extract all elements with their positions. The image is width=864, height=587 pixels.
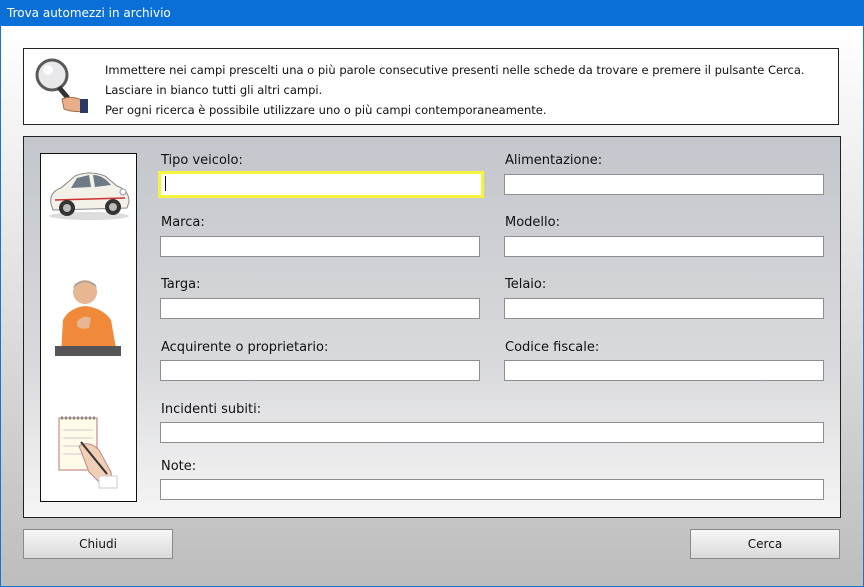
car-image bbox=[49, 172, 130, 220]
acquirente-input[interactable] bbox=[160, 360, 480, 381]
acquirente-label: Acquirente o proprietario: bbox=[161, 340, 329, 355]
window-client-area: Immettere nei campi prescelti una o più … bbox=[1, 26, 863, 586]
magnifier-hand-icon bbox=[35, 58, 88, 113]
note-input[interactable] bbox=[160, 479, 824, 500]
illustration-strip bbox=[40, 153, 137, 502]
telaio-label: Telaio: bbox=[505, 277, 547, 292]
instructions-text: Immettere nei campi prescelti una o più … bbox=[105, 60, 805, 120]
note-label: Note: bbox=[161, 459, 197, 474]
incidenti-input[interactable] bbox=[160, 422, 824, 443]
search-button[interactable]: Cerca bbox=[690, 529, 840, 559]
instructions-line-1: Immettere nei campi prescelti una o più … bbox=[105, 63, 805, 77]
tipo-veicolo-label: Tipo veicolo: bbox=[161, 153, 243, 168]
close-button[interactable]: Chiudi bbox=[23, 529, 173, 559]
instructions-line-3: Per ogni ricerca è possibile utilizzare … bbox=[105, 103, 547, 117]
codice-fiscale-label: Codice fiscale: bbox=[505, 340, 600, 355]
search-form-panel: Tipo veicolo: Marca: Targa: Acquirente o… bbox=[23, 136, 841, 518]
targa-label: Targa: bbox=[161, 277, 201, 292]
alimentazione-input[interactable] bbox=[504, 174, 824, 195]
tipo-veicolo-input[interactable] bbox=[158, 171, 484, 198]
incidenti-label: Incidenti subiti: bbox=[161, 402, 262, 417]
modello-input[interactable] bbox=[504, 236, 824, 257]
targa-input[interactable] bbox=[160, 298, 480, 319]
marca-label: Marca: bbox=[161, 215, 205, 230]
instructions-line-2: Lasciare in bianco tutti gli altri campi… bbox=[105, 83, 323, 97]
telaio-input[interactable] bbox=[504, 298, 824, 319]
notepad-writing-image bbox=[58, 416, 118, 489]
window-titlebar: Trova automezzi in archivio bbox=[0, 0, 864, 26]
window-title: Trova automezzi in archivio bbox=[7, 6, 171, 20]
instructions-panel: Immettere nei campi prescelti una o più … bbox=[23, 48, 839, 125]
codice-fiscale-input[interactable] bbox=[504, 360, 824, 381]
text-caret bbox=[165, 176, 166, 191]
alimentazione-label: Alimentazione: bbox=[505, 153, 603, 168]
person-image bbox=[55, 280, 121, 356]
marca-input[interactable] bbox=[160, 236, 480, 257]
modello-label: Modello: bbox=[505, 215, 560, 230]
